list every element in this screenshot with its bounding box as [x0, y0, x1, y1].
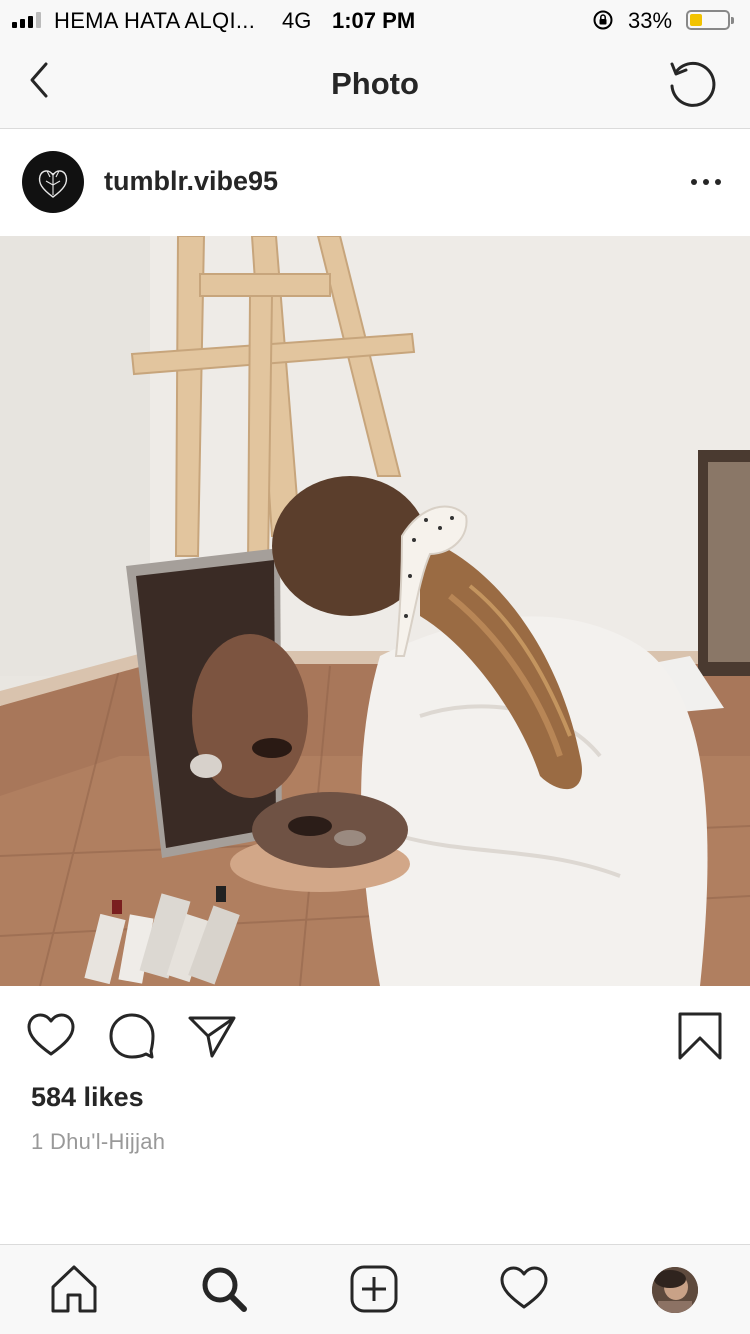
nav-bar: Photo: [0, 40, 750, 129]
more-options-icon[interactable]: [684, 168, 728, 196]
post-username[interactable]: tumblr.vibe95: [104, 166, 278, 197]
status-bar: HEMA HATA ALQI... 4G 1:07 PM 33%: [0, 0, 750, 40]
tab-bar: [0, 1244, 750, 1334]
activity-icon[interactable]: [498, 1263, 550, 1315]
heart-icon[interactable]: [25, 1010, 77, 1062]
orientation-lock-icon: [593, 10, 613, 30]
share-icon[interactable]: [186, 1010, 238, 1062]
refresh-icon[interactable]: [664, 56, 720, 112]
status-time: 1:07 PM: [332, 8, 416, 33]
post-date: 1 Dhu'l-Hijjah: [31, 1129, 166, 1154]
page-title: Photo: [331, 66, 419, 101]
carrier-name: HEMA HATA ALQI...: [54, 8, 256, 33]
new-post-icon[interactable]: [348, 1263, 400, 1315]
comment-icon[interactable]: [106, 1010, 158, 1062]
signal-icon: [12, 12, 41, 28]
battery-percent: 33%: [628, 8, 673, 33]
heart-logo-icon: [38, 170, 68, 198]
bookmark-icon[interactable]: [674, 1010, 726, 1062]
post-header: tumblr.vibe95: [0, 130, 750, 236]
home-icon[interactable]: [48, 1263, 100, 1315]
likes-count[interactable]: 584 likes: [31, 1082, 144, 1113]
profile-avatar[interactable]: [652, 1267, 698, 1313]
post-photo[interactable]: [0, 236, 750, 986]
network-type: 4G: [282, 8, 312, 33]
user-avatar[interactable]: [22, 151, 84, 213]
post-actions: [0, 986, 750, 1086]
battery-icon: [686, 10, 734, 30]
search-icon[interactable]: [198, 1263, 250, 1315]
